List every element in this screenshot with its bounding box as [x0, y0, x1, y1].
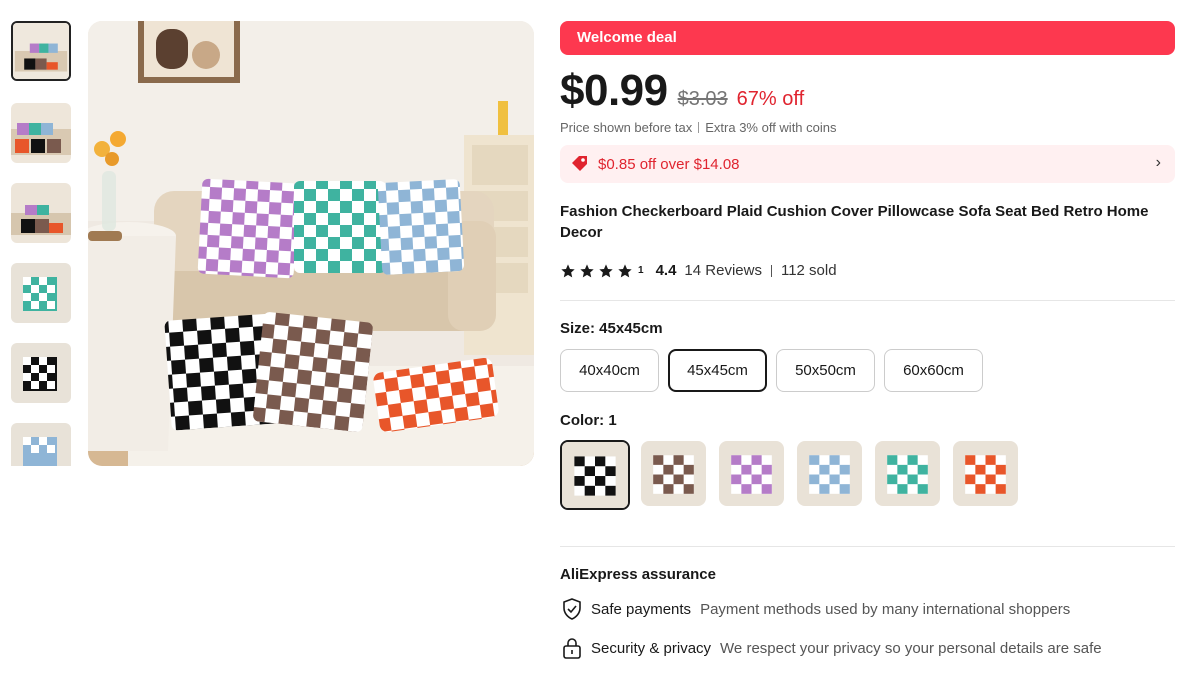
assurance-name: Security & privacy — [591, 639, 712, 657]
main-product-image[interactable] — [88, 21, 534, 466]
lock-icon — [563, 638, 581, 659]
star-icon — [599, 263, 613, 277]
thumbnail-4[interactable] — [11, 263, 71, 323]
assurance-safe-payments: Safe payments Payment methods used by ma… — [560, 597, 1070, 621]
thumbnail-strip — [11, 21, 72, 466]
current-price: $0.99 — [560, 66, 668, 115]
coupon-text: $0.85 off over $14.08 — [598, 155, 740, 173]
rating-row: 1 4.4 14 Reviews 112 sold — [560, 262, 837, 279]
thumbnail-2[interactable] — [11, 103, 71, 163]
tax-note: Price shown before tax — [560, 120, 693, 135]
assurance-desc: We respect your privacy so your personal… — [720, 639, 1102, 657]
color-swatch[interactable] — [719, 441, 784, 506]
sold-count: 112 sold — [780, 262, 837, 279]
product-title: Fashion Checkerboard Plaid Cushion Cover… — [560, 203, 1149, 241]
chevron-right-icon: › — [1155, 154, 1161, 171]
star-icon — [580, 263, 594, 277]
color-swatch-image — [875, 441, 940, 506]
thumbnail-1[interactable] — [11, 21, 71, 81]
thumbnail-image — [11, 183, 71, 243]
rating-divider — [770, 264, 772, 277]
color-swatch-image — [641, 441, 706, 506]
thumbnail-3[interactable] — [11, 183, 71, 243]
size-option-selected[interactable]: 45x45cm — [668, 349, 767, 392]
size-options: 40x40cm 45x45cm 50x50cm 60x60cm — [560, 349, 992, 392]
assurance-desc: Payment methods used by many internation… — [700, 600, 1071, 618]
thumbnail-5[interactable] — [11, 343, 71, 403]
color-swatch[interactable] — [797, 441, 862, 506]
color-swatch-image — [953, 441, 1018, 506]
coupon-bar[interactable]: $0.85 off over $14.08 › — [560, 145, 1175, 183]
discount-percent: 67% off — [736, 88, 805, 110]
partial-star-icon: 1 — [638, 265, 644, 276]
shield-check-icon — [563, 598, 581, 620]
star-icon — [618, 263, 632, 277]
thumbnail-image — [11, 263, 71, 323]
thumbnail-image — [11, 343, 71, 403]
thumbnail-6[interactable] — [11, 423, 71, 466]
star-icon — [561, 263, 575, 277]
note-divider — [698, 122, 700, 133]
rating-value: 4.4 — [655, 262, 677, 279]
size-option[interactable]: 40x40cm — [560, 349, 659, 392]
assurance-name: Safe payments — [591, 600, 692, 618]
assurance-title: AliExpress assurance — [560, 566, 716, 583]
color-swatch-image — [562, 442, 628, 508]
color-swatch[interactable] — [641, 441, 706, 506]
color-swatch[interactable] — [953, 441, 1018, 506]
color-label: Color: 1 — [560, 412, 617, 429]
size-option[interactable]: 60x60cm — [884, 349, 983, 392]
thumbnail-image — [13, 23, 69, 79]
price-row: $0.99 $3.03 67% off — [560, 66, 804, 118]
color-swatch[interactable] — [875, 441, 940, 506]
color-swatch-selected[interactable] — [560, 440, 630, 510]
coins-note: Extra 3% off with coins — [705, 120, 837, 135]
coupon-tag-icon — [572, 156, 587, 171]
thumbnail-image — [11, 423, 71, 466]
size-option[interactable]: 50x50cm — [776, 349, 875, 392]
assurance-security-privacy: Security & privacy We respect your priva… — [560, 636, 1102, 660]
welcome-deal-banner: Welcome deal — [560, 21, 1175, 55]
divider — [560, 546, 1175, 547]
divider — [560, 300, 1175, 301]
price-note: Price shown before tax Extra 3% off with … — [560, 120, 837, 135]
color-options — [560, 440, 1031, 510]
color-swatch-image — [797, 441, 862, 506]
color-swatch-image — [719, 441, 784, 506]
thumbnail-image — [11, 103, 71, 163]
reviews-link[interactable]: 14 Reviews — [684, 262, 762, 279]
star-rating[interactable]: 1 — [560, 263, 656, 279]
original-price: $3.03 — [677, 88, 728, 110]
size-label: Size: 45x45cm — [560, 320, 663, 337]
